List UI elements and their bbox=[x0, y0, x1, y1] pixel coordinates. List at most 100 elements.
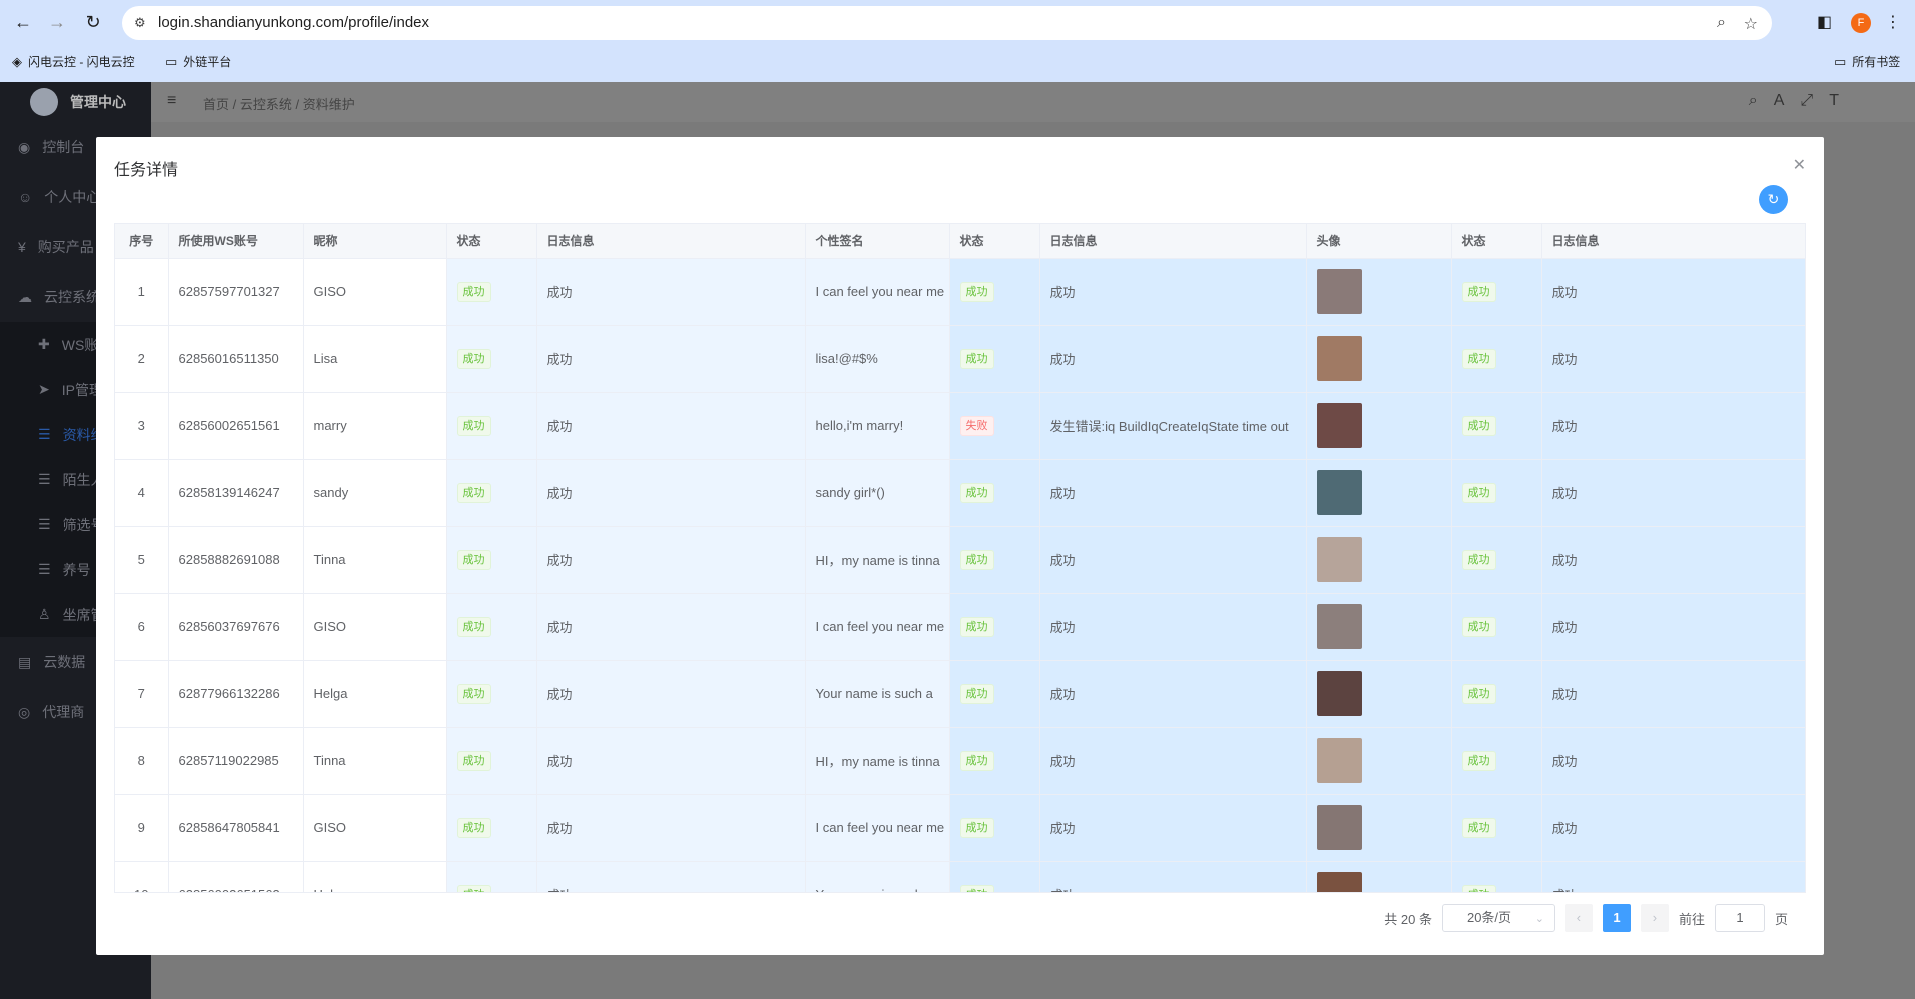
cell-status: 成功 bbox=[949, 526, 1040, 594]
col-header: 日志信息 bbox=[1541, 224, 1805, 259]
cell-log: 成功 bbox=[1541, 459, 1805, 527]
cell-log: 成功 bbox=[1541, 861, 1805, 892]
cell-status: 失败 bbox=[949, 392, 1040, 460]
goto-page-input[interactable]: 1 bbox=[1714, 904, 1765, 932]
chevron-down-icon: ⌄ bbox=[1534, 913, 1544, 925]
status-badge: 成功 bbox=[959, 616, 994, 637]
status-badge: 成功 bbox=[959, 549, 994, 570]
col-header: 个性签名 bbox=[805, 224, 950, 259]
status-badge: 成功 bbox=[959, 683, 994, 704]
cell-log: 成功 bbox=[1039, 258, 1307, 326]
page-number[interactable]: 1 bbox=[1602, 904, 1631, 932]
status-badge: 成功 bbox=[959, 884, 994, 892]
avatar[interactable] bbox=[1316, 537, 1362, 582]
cell-index: 2 bbox=[115, 325, 169, 393]
avatar[interactable] bbox=[1316, 470, 1362, 515]
cell-status: 成功 bbox=[1451, 392, 1542, 460]
avatar[interactable] bbox=[1316, 872, 1362, 892]
cell-log: 成功 bbox=[1541, 258, 1805, 326]
status-badge: 成功 bbox=[1461, 616, 1496, 637]
goto-label: 前往 bbox=[1678, 911, 1705, 927]
cell-status: 成功 bbox=[1451, 861, 1542, 892]
cell-status: 成功 bbox=[949, 660, 1040, 728]
avatar[interactable] bbox=[1316, 805, 1362, 850]
cell-index: 10 bbox=[115, 861, 169, 892]
cell-account: 62858139146247 bbox=[168, 459, 304, 527]
cell-status: 成功 bbox=[949, 325, 1040, 393]
cell-signature: HI，my name is tinna bbox=[805, 526, 950, 594]
status-badge: 成功 bbox=[456, 616, 491, 637]
cell-status: 成功 bbox=[446, 459, 537, 527]
cell-nickname: Lisa bbox=[303, 325, 447, 393]
table-row: 8 62857119022985 Tinna 成功 成功 HI，my name is ti… bbox=[115, 727, 1805, 795]
status-badge: 成功 bbox=[959, 482, 994, 503]
table-header: 序号 所使用WS账号 昵称 状态 日志信息 个性签名 状态 日志信息 头像 状态… bbox=[115, 224, 1805, 259]
page-unit: 页 bbox=[1774, 911, 1788, 927]
cell-signature: I can feel you near me bbox=[805, 258, 950, 326]
refresh-button[interactable]: ↻ bbox=[1759, 185, 1788, 214]
cell-log: 成功 bbox=[536, 325, 806, 393]
prev-page-button[interactable]: ‹ bbox=[1564, 904, 1593, 932]
cell-index: 6 bbox=[115, 593, 169, 661]
cell-status: 成功 bbox=[949, 593, 1040, 661]
cell-avatar bbox=[1306, 392, 1452, 460]
cell-nickname: sandy bbox=[303, 459, 447, 527]
table-row: 7 62877966132286 Helga 成功 成功 Your name is suc… bbox=[115, 660, 1805, 728]
cell-signature: sandy girl*() bbox=[805, 459, 950, 527]
cell-status: 成功 bbox=[446, 526, 537, 594]
status-badge: 成功 bbox=[1461, 281, 1496, 302]
avatar[interactable] bbox=[1316, 403, 1362, 448]
cell-log: 成功 bbox=[1541, 727, 1805, 795]
cell-index: 5 bbox=[115, 526, 169, 594]
table-row: 9 62858647805841 GISO 成功 成功 I can feel you ne… bbox=[115, 794, 1805, 862]
cell-log: 成功 bbox=[536, 861, 806, 892]
status-badge: 成功 bbox=[456, 348, 491, 369]
dialog-title: 任务详情 bbox=[114, 162, 179, 179]
status-badge: 成功 bbox=[456, 281, 491, 302]
col-header: 昵称 bbox=[303, 224, 447, 259]
cell-status: 成功 bbox=[949, 861, 1040, 892]
col-header: 状态 bbox=[949, 224, 1040, 259]
table-row: 2 62856016511350 Lisa 成功 成功 lisa!@#$% 成功 成功 成功 成功 bbox=[115, 325, 1805, 393]
table-row: 6 62856037697676 GISO 成功 成功 I can feel you ne… bbox=[115, 593, 1805, 661]
close-icon[interactable]: ✕ bbox=[1793, 155, 1806, 175]
cell-log: 成功 bbox=[536, 392, 806, 460]
cell-log: 成功 bbox=[1541, 794, 1805, 862]
cell-log: 成功 bbox=[1039, 526, 1307, 594]
col-header: 日志信息 bbox=[536, 224, 806, 259]
col-header: 状态 bbox=[1451, 224, 1542, 259]
cell-log: 成功 bbox=[1039, 794, 1307, 862]
table-row: 4 62858139146247 sandy 成功 成功 sandy girl*() 成功成… bbox=[115, 459, 1805, 527]
cell-nickname: GISO bbox=[303, 593, 447, 661]
page-size-select[interactable]: 20条/页 ⌄ bbox=[1441, 904, 1555, 932]
avatar[interactable] bbox=[1316, 604, 1362, 649]
avatar[interactable] bbox=[1316, 738, 1362, 783]
status-badge: 失败 bbox=[959, 415, 994, 436]
cell-signature: HI，my name is tinna bbox=[805, 727, 950, 795]
status-badge: 成功 bbox=[1461, 884, 1496, 892]
status-badge: 成功 bbox=[1461, 817, 1496, 838]
cell-log: 成功 bbox=[1541, 392, 1805, 460]
cell-avatar bbox=[1306, 593, 1452, 661]
avatar[interactable] bbox=[1316, 671, 1362, 716]
avatar[interactable] bbox=[1316, 269, 1362, 314]
cell-nickname: Tinna bbox=[303, 727, 447, 795]
cell-signature: lisa!@#$% bbox=[805, 325, 950, 393]
cell-status: 成功 bbox=[949, 258, 1040, 326]
cell-index: 4 bbox=[115, 459, 169, 527]
cell-log: 成功 bbox=[1541, 660, 1805, 728]
avatar[interactable] bbox=[1316, 336, 1362, 381]
cell-index: 8 bbox=[115, 727, 169, 795]
next-page-button[interactable]: › bbox=[1640, 904, 1669, 932]
cell-account: 62856037697676 bbox=[168, 593, 304, 661]
cell-avatar bbox=[1306, 794, 1452, 862]
cell-account: 62856002651561 bbox=[168, 392, 304, 460]
cell-status: 成功 bbox=[1451, 258, 1542, 326]
cell-signature: hello,i'm marry! bbox=[805, 392, 950, 460]
cell-nickname: Helga bbox=[303, 861, 447, 892]
table-row: 1062856002651563Helga成功成功Your name is su… bbox=[115, 861, 1805, 892]
cell-log: 成功 bbox=[536, 660, 806, 728]
cell-log: 成功 bbox=[536, 258, 806, 326]
cell-avatar bbox=[1306, 861, 1452, 892]
cell-status: 成功 bbox=[1451, 459, 1542, 527]
